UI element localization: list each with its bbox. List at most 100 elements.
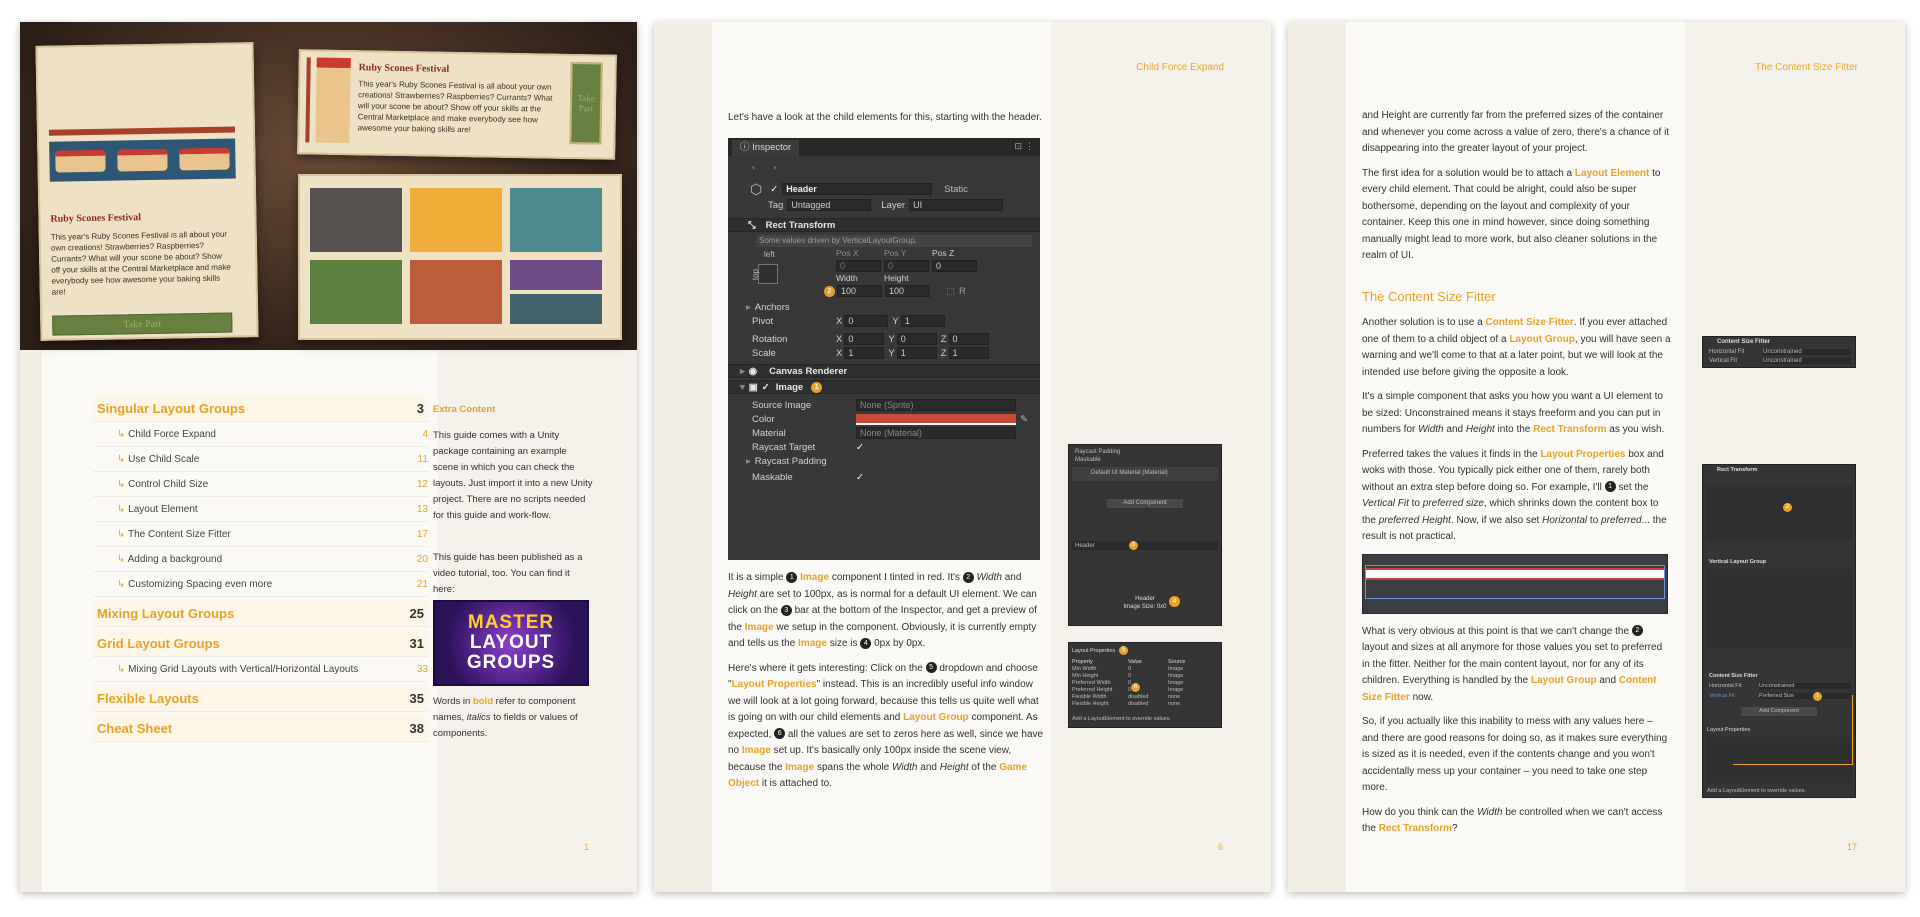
paragraph: Another solution is to use a Content Siz… bbox=[1362, 317, 1671, 378]
scale-x-field[interactable]: 1 bbox=[844, 347, 885, 359]
rotation-y-field[interactable]: 0 bbox=[896, 333, 937, 345]
layer-dropdown[interactable]: UI bbox=[909, 199, 1004, 211]
color-swatch bbox=[410, 188, 502, 252]
size-fields: 2 100 100 ⬚ R bbox=[824, 284, 1040, 298]
rect-transform-icon: ⤡ bbox=[748, 219, 756, 231]
popup-take-part-button[interactable]: Take Part bbox=[569, 61, 603, 145]
anchor-preset[interactable] bbox=[758, 264, 778, 284]
paragraph: How do you think can the Width be contro… bbox=[1362, 806, 1663, 835]
pivot-y-field[interactable]: 1 bbox=[900, 315, 945, 327]
page-number: 6 bbox=[1217, 842, 1223, 852]
blueprint-button[interactable]: ⬚ bbox=[946, 286, 955, 297]
eyedropper-icon[interactable]: ✎ bbox=[1020, 414, 1028, 425]
raycast-padding-foldout[interactable]: ▸ Raycast Padding bbox=[728, 454, 1040, 468]
rotation-z-field[interactable]: 0 bbox=[948, 333, 989, 345]
toc-chapter[interactable]: Grid Layout Groups 31 bbox=[93, 631, 428, 657]
callout-2: 2 bbox=[824, 285, 835, 297]
toc-chapter[interactable]: Flexible Layouts 35 bbox=[93, 686, 428, 712]
static-toggle[interactable]: Static bbox=[944, 184, 968, 195]
intro-text: Let's have a look at the child elements … bbox=[728, 112, 1042, 123]
canvas-renderer-header[interactable]: ▸ ◉ Canvas Renderer bbox=[728, 364, 1040, 378]
table-row: Min Width 0 Image bbox=[1072, 666, 1220, 673]
raw-edit-button[interactable]: R bbox=[959, 286, 966, 297]
table-cell: Source bbox=[1168, 659, 1186, 665]
scones-banner bbox=[49, 138, 236, 182]
toc-section[interactable]: ↳ Adding a background 20 bbox=[93, 547, 428, 572]
inspector-tab[interactable]: ⓘ Inspector bbox=[732, 140, 800, 156]
gameobject-name-field[interactable]: Header bbox=[782, 183, 933, 195]
toc-section[interactable]: ↳ Customizing Spacing even more 21 bbox=[93, 572, 428, 597]
toc-chapter[interactable]: Cheat Sheet 38 bbox=[93, 716, 428, 742]
indent-arrow-icon: ↳ bbox=[117, 578, 129, 590]
toc-title: Layout Element bbox=[128, 503, 198, 515]
table-cell: 0 bbox=[1128, 673, 1132, 679]
rotation-x-field[interactable]: 0 bbox=[844, 333, 885, 345]
indent-arrow-icon: ↳ bbox=[117, 428, 129, 440]
active-checkbox[interactable]: ✓ bbox=[770, 184, 778, 195]
table-cell: Min Height bbox=[1072, 673, 1099, 679]
table-cell: Min Width bbox=[1072, 666, 1097, 672]
running-header: Child Force Expand bbox=[1136, 62, 1224, 73]
color-swatch-split bbox=[510, 260, 602, 324]
material-field[interactable]: None (Material) bbox=[856, 427, 1016, 439]
table-cell: Image bbox=[1168, 673, 1184, 679]
paragraph: It's a simple component that asks you ho… bbox=[1362, 391, 1665, 435]
video-title-line-2: LAYOUT bbox=[469, 632, 553, 653]
toc-page-number: 38 bbox=[409, 721, 424, 736]
table-cell: Image bbox=[1168, 666, 1184, 672]
toc-section[interactable]: ↳ Layout Element 13 bbox=[93, 497, 428, 522]
section-heading: The Content Size Fitter bbox=[1362, 288, 1496, 304]
video-tutorial-thumbnail[interactable]: MASTER LAYOUT GROUPS bbox=[433, 600, 589, 686]
raycast-target-checkbox[interactable]: ✓ bbox=[856, 442, 864, 453]
cube-icon: ⬡ bbox=[750, 180, 763, 197]
paragraph: and Height are currently far from the pr… bbox=[1362, 110, 1670, 154]
layout-properties-table: Property Value Source Min Width 0 Image Min He… bbox=[1072, 659, 1220, 708]
table-row: Flexible Height disabled none bbox=[1072, 701, 1220, 708]
table-cell: Preferred Height bbox=[1072, 687, 1113, 693]
page-margin-band bbox=[1288, 22, 1346, 892]
scale-z-field[interactable]: 1 bbox=[948, 347, 989, 359]
toc-section[interactable]: ↳ Control Child Size 12 bbox=[93, 472, 428, 497]
table-row: Property Value Source bbox=[1072, 659, 1220, 666]
page-number: 17 bbox=[1846, 842, 1857, 852]
card-take-part-button[interactable]: Take Part bbox=[52, 312, 233, 336]
lock-icon[interactable]: ⊡ bbox=[1014, 141, 1022, 152]
table-row: Flexible Width disabled none bbox=[1072, 694, 1220, 701]
toc-title: Use Child Scale bbox=[128, 453, 200, 465]
table-of-contents: Singular Layout Groups 3 ↳ Child Force Exp… bbox=[93, 396, 428, 742]
preview-screenshot: Raycast Padding Maskable Default UI Mate… bbox=[1068, 444, 1222, 626]
toc-section[interactable]: ↳ Child Force Expand 4 bbox=[93, 422, 428, 447]
page-margin-band bbox=[654, 22, 712, 892]
toc-section[interactable]: ↳ Mixing Grid Layouts with Vertical/Hori… bbox=[93, 657, 428, 682]
scale-y-field[interactable]: 1 bbox=[896, 347, 937, 359]
toc-chapter[interactable]: Mixing Layout Groups 25 bbox=[93, 601, 428, 627]
swatch-grid bbox=[310, 188, 610, 326]
source-image-field[interactable]: None (Sprite) bbox=[856, 399, 1016, 411]
image-component-header[interactable]: ▾ ▣ ✓ Image 1 bbox=[728, 380, 1040, 394]
popup-text: This year's Ruby Scones Festival is all … bbox=[357, 79, 553, 135]
height-field[interactable]: 100 bbox=[885, 285, 930, 297]
table-cell: Flexible Width bbox=[1072, 694, 1107, 700]
color-swatch bbox=[310, 260, 402, 324]
toc-section[interactable]: ↳ The Content Size Fitter 17 bbox=[93, 522, 428, 547]
color-field[interactable] bbox=[856, 413, 1016, 425]
toc-section[interactable]: ↳ Use Child Scale 11 bbox=[93, 447, 428, 472]
forward-icon[interactable]: › bbox=[773, 162, 776, 173]
color-row: Color ✎ bbox=[752, 413, 1028, 425]
video-title-line-3: GROUPS bbox=[466, 652, 556, 673]
indent-arrow-icon: ↳ bbox=[117, 663, 129, 675]
body-text: and Height are currently far from the pr… bbox=[1362, 108, 1672, 846]
width-field[interactable]: 100 bbox=[837, 285, 882, 297]
anchors-foldout[interactable]: ▸ Anchors bbox=[728, 300, 1040, 314]
tag-dropdown[interactable]: Untagged bbox=[787, 199, 872, 211]
maskable-checkbox[interactable]: ✓ bbox=[856, 472, 864, 483]
pivot-x-field[interactable]: 0 bbox=[844, 315, 889, 327]
table-cell: Property bbox=[1072, 659, 1093, 665]
rect-transform-header[interactable]: ⤡ Rect Transform bbox=[728, 218, 1040, 232]
toc-page-number: 13 bbox=[416, 503, 428, 515]
toc-chapter[interactable]: Singular Layout Groups 3 bbox=[93, 396, 428, 422]
back-icon[interactable]: ‹ bbox=[752, 162, 755, 173]
card-title: Ruby Scones Festival bbox=[50, 212, 142, 225]
scene-view-screenshot bbox=[1362, 553, 1668, 614]
more-menu-icon[interactable]: ⋮ bbox=[1025, 141, 1034, 152]
